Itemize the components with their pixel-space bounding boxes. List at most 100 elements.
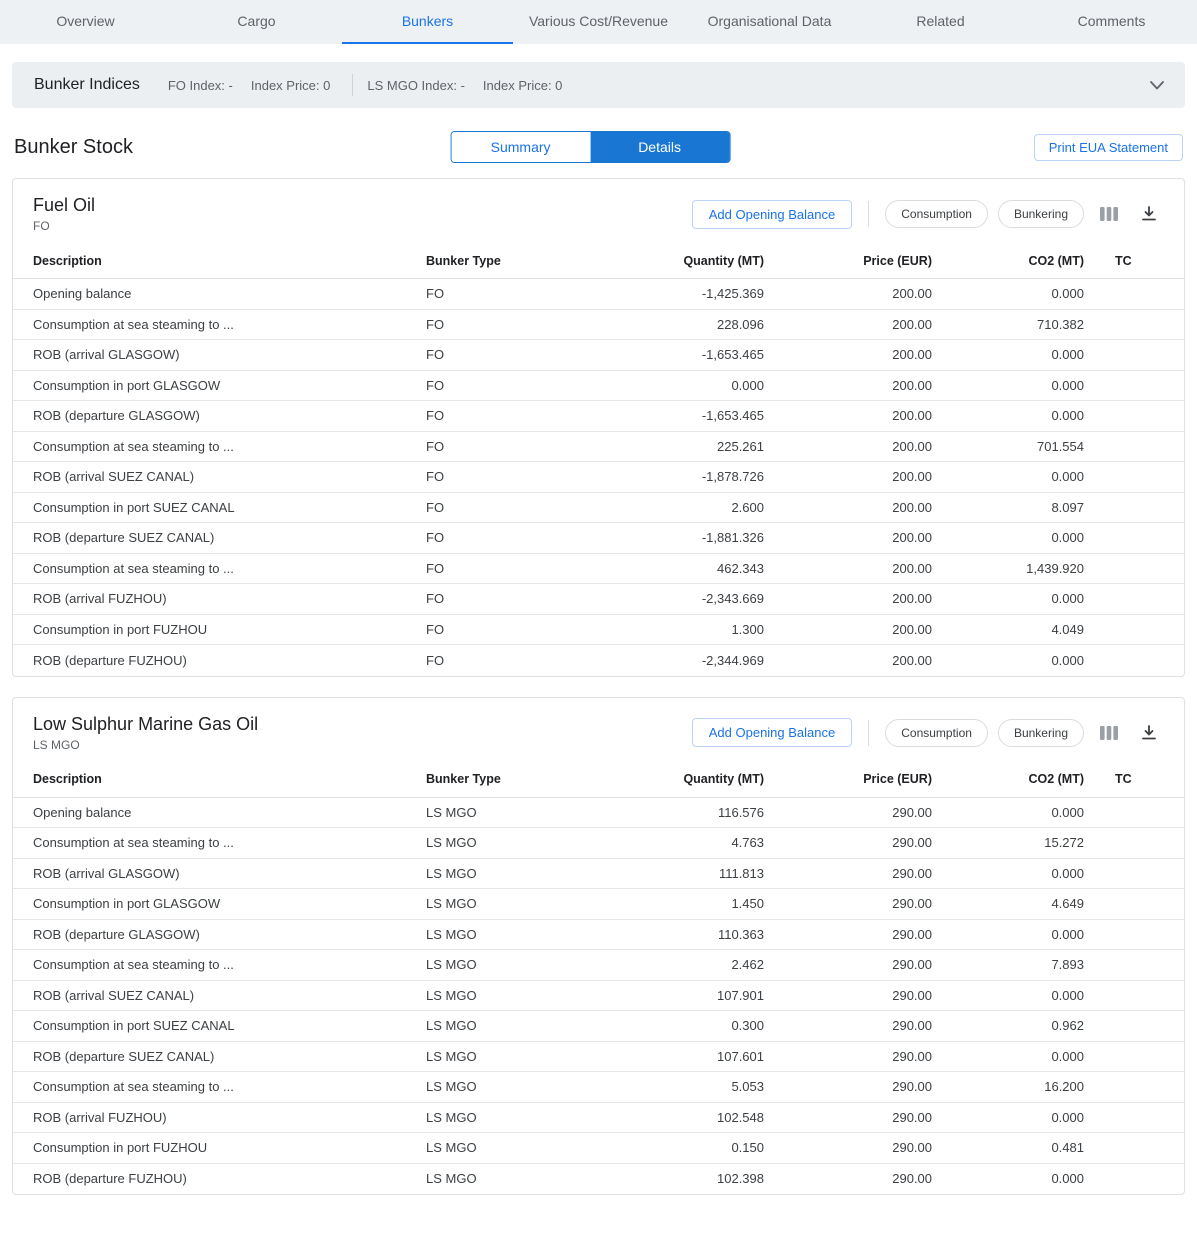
tab-comments[interactable]: Comments [1026,0,1197,44]
row-co2: 701.554 [932,439,1084,454]
table-row[interactable]: Consumption at sea steaming to ...FO225.… [13,432,1184,463]
table-row[interactable]: Consumption at sea steaming to ...LS MGO… [13,1072,1184,1103]
table-row[interactable]: ROB (arrival GLASGOW)LS MGO111.813290.00… [13,859,1184,890]
tab-related[interactable]: Related [855,0,1026,44]
row-co2: 1,439.920 [932,561,1084,576]
table-row[interactable]: Consumption at sea steaming to ...FO462.… [13,554,1184,585]
row-bunker-type: LS MGO [426,805,596,820]
table-row[interactable]: Consumption in port FUZHOUFO1.300200.004… [13,615,1184,646]
tab-various-cost-revenue[interactable]: Various Cost/Revenue [513,0,684,44]
row-quantity: -1,653.465 [596,408,764,423]
row-quantity: 4.763 [596,835,764,850]
row-price: 290.00 [764,896,932,911]
row-bunker-type: LS MGO [426,1018,596,1033]
summary-details-toggle: Summary Details [450,131,730,163]
row-description: ROB (arrival FUZHOU) [13,591,426,606]
table-row[interactable]: ROB (departure FUZHOU)LS MGO102.398290.0… [13,1164,1184,1195]
row-description: ROB (departure FUZHOU) [13,653,426,668]
view-columns-icon[interactable] [1094,199,1124,229]
add-opening-balance-button[interactable]: Add Opening Balance [692,200,852,229]
row-description: ROB (arrival SUEZ CANAL) [13,988,426,1003]
row-bunker-type: LS MGO [426,988,596,1003]
row-bunker-type: FO [426,347,596,362]
table-row[interactable]: ROB (arrival SUEZ CANAL)LS MGO107.901290… [13,981,1184,1012]
row-quantity: -1,881.326 [596,530,764,545]
table-row[interactable]: Opening balanceLS MGO116.576290.000.000 [13,798,1184,829]
fuel-oil-card: Fuel Oil FO Add Opening Balance Consumpt… [12,178,1185,677]
bunkering-filter-button[interactable]: Bunkering [998,200,1084,228]
toggle-details-button[interactable]: Details [590,132,729,162]
card-title: Low Sulphur Marine Gas Oil [33,714,258,735]
tab-organisational-data[interactable]: Organisational Data [684,0,855,44]
fuel-oil-card-header: Fuel Oil FO Add Opening Balance Consumpt… [13,179,1184,243]
table-row[interactable]: ROB (departure SUEZ CANAL)LS MGO107.6012… [13,1042,1184,1073]
bunker-indices-bar[interactable]: Bunker Indices FO Index: - Index Price: … [12,62,1185,108]
consumption-filter-button[interactable]: Consumption [885,719,988,747]
row-description: ROB (departure SUEZ CANAL) [13,530,426,545]
table-row[interactable]: Consumption in port FUZHOULS MGO0.150290… [13,1133,1184,1164]
row-co2: 15.272 [932,835,1084,850]
row-quantity: -1,878.726 [596,469,764,484]
table-row[interactable]: Consumption in port SUEZ CANALFO2.600200… [13,493,1184,524]
row-bunker-type: FO [426,469,596,484]
table-header-row: Description Bunker Type Quantity (MT) Pr… [13,762,1184,798]
table-row[interactable]: ROB (arrival SUEZ CANAL)FO-1,878.726200.… [13,462,1184,493]
row-price: 200.00 [764,317,932,332]
tab-overview[interactable]: Overview [0,0,171,44]
tab-bunkers[interactable]: Bunkers [342,0,513,44]
row-price: 290.00 [764,1140,932,1155]
chevron-down-icon[interactable] [1145,73,1169,97]
add-opening-balance-button[interactable]: Add Opening Balance [692,718,852,747]
table-row[interactable]: ROB (arrival FUZHOU)FO-2,343.669200.000.… [13,584,1184,615]
toggle-summary-button[interactable]: Summary [451,132,590,162]
table-row[interactable]: Consumption in port GLASGOWLS MGO1.45029… [13,889,1184,920]
row-bunker-type: LS MGO [426,1140,596,1155]
column-header-price: Price (EUR) [764,254,932,268]
row-bunker-type: LS MGO [426,927,596,942]
controls-divider [868,201,869,227]
table-row[interactable]: ROB (departure GLASGOW)FO-1,653.465200.0… [13,401,1184,432]
bunkering-filter-button[interactable]: Bunkering [998,719,1084,747]
table-row[interactable]: Consumption at sea steaming to ...LS MGO… [13,828,1184,859]
row-quantity: 107.901 [596,988,764,1003]
table-row[interactable]: ROB (arrival GLASGOW)FO-1,653.465200.000… [13,340,1184,371]
row-description: Opening balance [13,286,426,301]
print-eua-statement-button[interactable]: Print EUA Statement [1034,134,1183,161]
row-description: Consumption in port SUEZ CANAL [13,1018,426,1033]
table-row[interactable]: ROB (departure SUEZ CANAL)FO-1,881.32620… [13,523,1184,554]
table-row[interactable]: ROB (departure GLASGOW)LS MGO110.363290.… [13,920,1184,951]
consumption-filter-button[interactable]: Consumption [885,200,988,228]
row-price: 200.00 [764,469,932,484]
download-icon[interactable] [1134,718,1164,748]
table-row[interactable]: Consumption at sea steaming to ...FO228.… [13,310,1184,341]
table-row[interactable]: Consumption at sea steaming to ...LS MGO… [13,950,1184,981]
card-controls: Add Opening Balance Consumption Bunkerin… [692,718,1164,748]
table-row[interactable]: ROB (arrival FUZHOU)LS MGO102.548290.000… [13,1103,1184,1134]
tab-cargo[interactable]: Cargo [171,0,342,44]
table-row[interactable]: Consumption in port SUEZ CANALLS MGO0.30… [13,1011,1184,1042]
column-header-tc: TC [1084,254,1184,268]
row-co2: 0.000 [932,1110,1084,1125]
table-row[interactable]: Consumption in port GLASGOWFO0.000200.00… [13,371,1184,402]
row-quantity: 228.096 [596,317,764,332]
row-co2: 4.649 [932,896,1084,911]
row-price: 290.00 [764,927,932,942]
top-tab-bar: Overview Cargo Bunkers Various Cost/Reve… [0,0,1197,44]
row-description: Consumption at sea steaming to ... [13,561,426,576]
row-bunker-type: FO [426,317,596,332]
row-description: Consumption in port FUZHOU [13,1140,426,1155]
row-co2: 16.200 [932,1079,1084,1094]
row-price: 200.00 [764,408,932,423]
card-subtitle: LS MGO [33,738,258,752]
row-bunker-type: LS MGO [426,896,596,911]
table-row[interactable]: ROB (departure FUZHOU)FO-2,344.969200.00… [13,645,1184,676]
row-bunker-type: LS MGO [426,1049,596,1064]
fuel-oil-table-body: Opening balanceFO-1,425.369200.000.000Co… [13,279,1184,676]
table-row[interactable]: Opening balanceFO-1,425.369200.000.000 [13,279,1184,310]
download-icon[interactable] [1134,199,1164,229]
row-description: ROB (arrival FUZHOU) [13,1110,426,1125]
row-co2: 0.000 [932,866,1084,881]
row-bunker-type: LS MGO [426,835,596,850]
view-columns-icon[interactable] [1094,718,1124,748]
column-header-description: Description [13,254,426,268]
